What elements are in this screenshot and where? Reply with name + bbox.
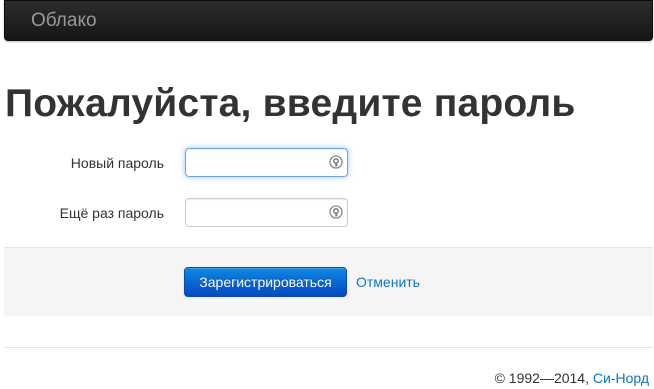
repeat-password-label: Ещё раз пароль xyxy=(59,205,164,221)
new-password-label: Новый пароль xyxy=(70,155,164,171)
footer-copyright: © 1992—2014, xyxy=(494,370,589,386)
company-link[interactable]: Си-Норд xyxy=(593,370,649,386)
repeat-password-input[interactable] xyxy=(186,199,347,226)
brand-link[interactable]: Облако xyxy=(31,11,97,31)
repeat-password-field-wrap xyxy=(185,198,348,227)
new-password-input[interactable] xyxy=(186,149,347,176)
footer-divider xyxy=(4,347,653,348)
cancel-link[interactable]: Отменить xyxy=(356,273,420,291)
register-button[interactable]: Зарегистрироваться xyxy=(184,267,347,297)
new-password-field-wrap xyxy=(185,148,348,177)
footer: © 1992—2014, Си-Норд xyxy=(495,369,649,387)
key-icon[interactable] xyxy=(329,155,343,169)
top-navbar: Облако xyxy=(4,0,653,41)
form-actions-bar: Зарегистрироваться Отменить xyxy=(4,247,653,316)
page-title: Пожалуйста, введите пароль xyxy=(5,82,576,125)
key-icon[interactable] xyxy=(329,205,343,219)
